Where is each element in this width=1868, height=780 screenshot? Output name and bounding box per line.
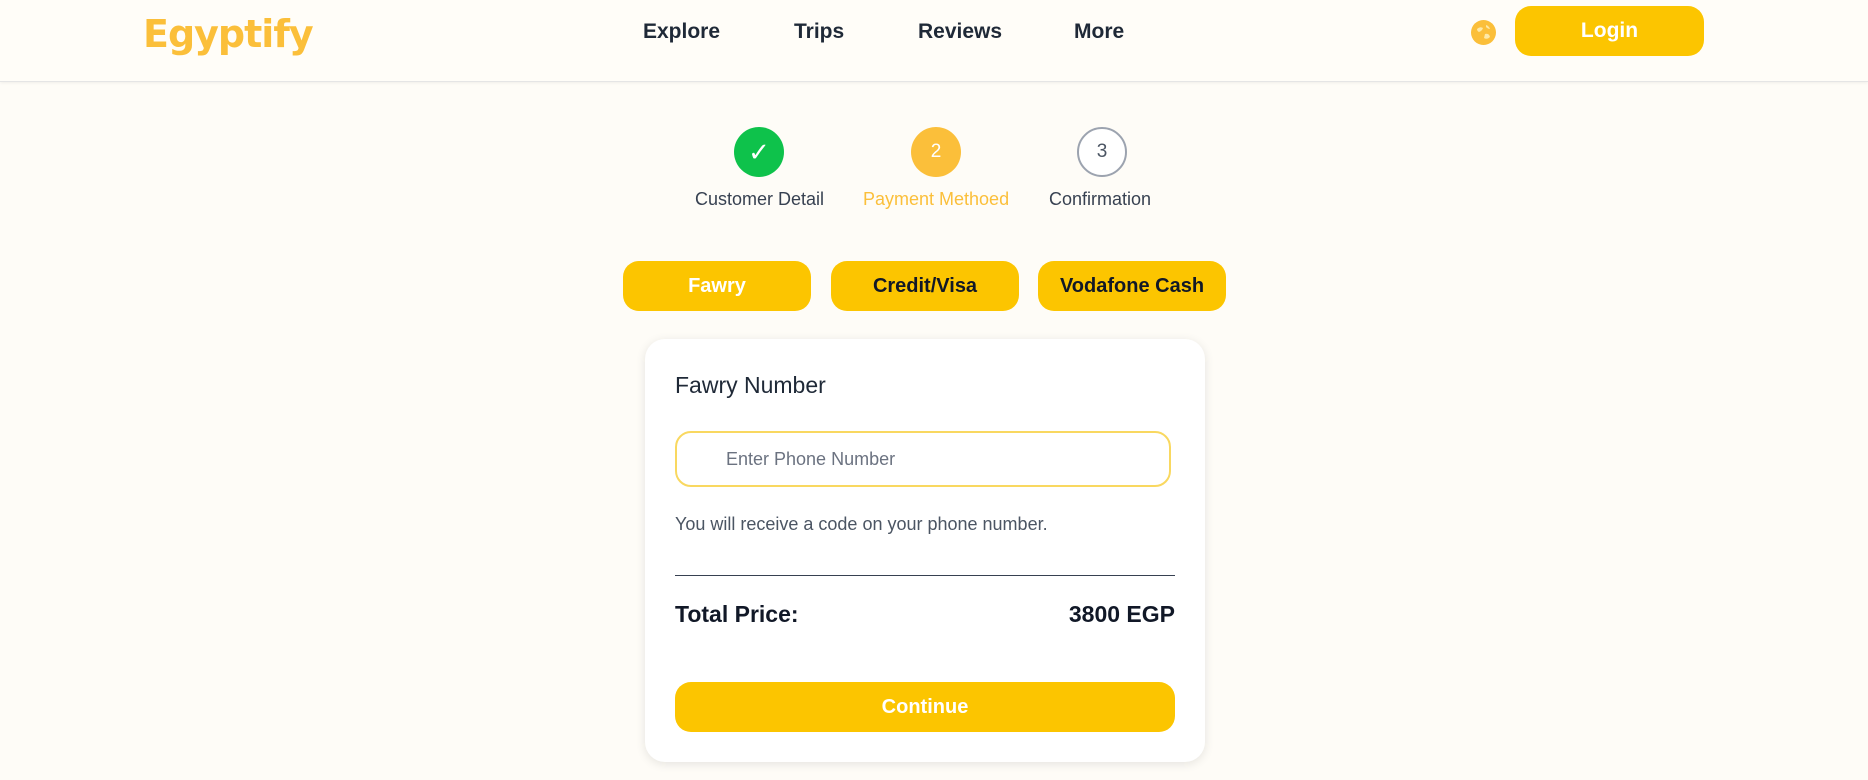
nav-more[interactable]: More bbox=[1074, 20, 1124, 44]
step-confirmation-label: Confirmation bbox=[1049, 189, 1152, 209]
step-customer-detail-check-icon: ✓ bbox=[734, 127, 784, 177]
step-confirmation-number: 3 bbox=[1077, 127, 1127, 177]
globe-icon[interactable] bbox=[1471, 20, 1496, 45]
payment-form-card: Fawry Number You will receive a code on … bbox=[645, 339, 1205, 762]
nav-explore[interactable]: Explore bbox=[643, 20, 720, 44]
step-payment-method-label: Payment Methoed bbox=[863, 189, 1010, 209]
top-navbar: Egyptify Explore Trips Reviews More Logi… bbox=[0, 0, 1868, 82]
phone-code-hint: You will receive a code on your phone nu… bbox=[675, 514, 1048, 534]
login-button[interactable]: Login bbox=[1515, 6, 1704, 56]
step-payment-method-number: 2 bbox=[911, 127, 961, 177]
total-price-label: Total Price: bbox=[675, 601, 799, 627]
tab-vodafone-cash[interactable]: Vodafone Cash bbox=[1038, 261, 1226, 311]
continue-button[interactable]: Continue bbox=[675, 682, 1175, 732]
nav-reviews[interactable]: Reviews bbox=[918, 20, 1002, 44]
fawry-number-heading: Fawry Number bbox=[675, 372, 826, 398]
tab-fawry[interactable]: Fawry bbox=[623, 261, 811, 311]
divider bbox=[675, 575, 1175, 576]
phone-number-input[interactable] bbox=[675, 431, 1171, 487]
total-price-value: 3800 EGP bbox=[1068, 601, 1175, 627]
nav-trips[interactable]: Trips bbox=[794, 20, 844, 44]
tab-credit-visa[interactable]: Credit/Visa bbox=[831, 261, 1019, 311]
step-customer-detail-label: Customer Detail bbox=[695, 189, 825, 209]
